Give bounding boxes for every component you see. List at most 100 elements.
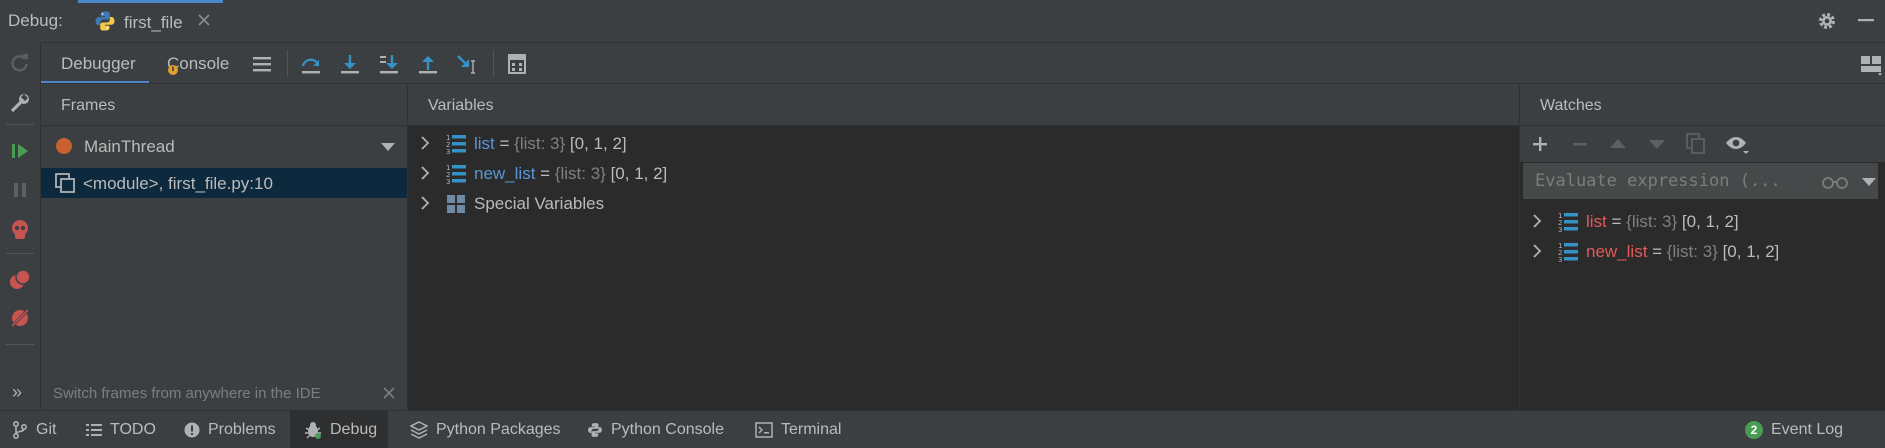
divider bbox=[493, 50, 494, 76]
move-up-icon[interactable] bbox=[1608, 134, 1628, 154]
close-hint-icon[interactable] bbox=[382, 386, 396, 400]
pause-icon[interactable] bbox=[9, 179, 31, 201]
duplicate-watch-icon[interactable] bbox=[1686, 133, 1706, 155]
minimize-icon[interactable] bbox=[1856, 10, 1876, 30]
terminal-label: Terminal bbox=[781, 421, 842, 438]
variable-row[interactable]: Special Variables bbox=[408, 190, 1519, 218]
frames-panel: Frames MainThread <module>, first_file.p… bbox=[41, 84, 407, 410]
tab-debugger[interactable]: Debugger bbox=[61, 54, 136, 74]
run-to-cursor-icon[interactable] bbox=[456, 53, 480, 75]
bug-icon bbox=[304, 421, 322, 439]
divider bbox=[6, 253, 34, 254]
list-type-icon: 123 bbox=[1558, 241, 1580, 263]
debug-label: Debug bbox=[330, 421, 378, 438]
debug-label: Debug: bbox=[8, 11, 63, 30]
chevron-right-icon[interactable] bbox=[420, 196, 430, 210]
glasses-icon[interactable] bbox=[1822, 174, 1848, 190]
watch-name: list bbox=[1586, 212, 1607, 231]
watch-type: {list: 3} bbox=[1666, 242, 1718, 261]
list-type-icon: 123 bbox=[446, 133, 468, 155]
frame-stack-icon bbox=[55, 173, 75, 193]
list-icon bbox=[86, 423, 102, 437]
thread-name: MainThread bbox=[84, 137, 175, 156]
svg-text:3: 3 bbox=[1558, 226, 1562, 233]
close-icon[interactable] bbox=[196, 12, 212, 28]
variable-row[interactable]: 123 new_list = {list: 3} [0, 1, 2] bbox=[408, 160, 1519, 188]
move-down-icon[interactable] bbox=[1647, 134, 1667, 154]
add-watch-icon[interactable] bbox=[1530, 134, 1550, 154]
watch-value: [0, 1, 2] bbox=[1677, 212, 1739, 231]
terminal-tool-button[interactable]: Terminal bbox=[755, 419, 841, 441]
evaluate-calculator-icon[interactable] bbox=[506, 53, 528, 75]
watch-value: [0, 1, 2] bbox=[1717, 242, 1780, 261]
step-over-icon[interactable] bbox=[300, 53, 322, 75]
variable-type: {list: 3} bbox=[554, 164, 606, 183]
thread-status-icon bbox=[55, 137, 73, 155]
todo-label: TODO bbox=[110, 421, 156, 438]
left-debug-toolbar: » bbox=[0, 42, 40, 410]
wrench-icon[interactable] bbox=[9, 92, 31, 114]
thread-selector[interactable]: MainThread bbox=[41, 126, 407, 166]
event-log-tool-button[interactable]: 2 Event Log bbox=[1745, 419, 1843, 441]
variable-value: [0, 1, 2] bbox=[565, 134, 627, 153]
eye-icon[interactable] bbox=[1724, 134, 1750, 156]
git-tool-button[interactable]: Git bbox=[12, 419, 56, 441]
layout-menu-icon[interactable] bbox=[251, 53, 273, 75]
step-into-my-code-icon[interactable] bbox=[378, 53, 400, 75]
frames-header: Frames bbox=[41, 84, 407, 126]
debug-tool-button[interactable]: Debug bbox=[304, 419, 377, 441]
chevron-down-icon[interactable] bbox=[1862, 177, 1876, 187]
watch-equals: = bbox=[1606, 212, 1627, 231]
tool-window-bar: Git TODO Problems Debug Python Packages … bbox=[0, 411, 1885, 448]
more-chevron-icon[interactable]: » bbox=[12, 382, 22, 403]
problems-tool-button[interactable]: Problems bbox=[184, 419, 276, 441]
step-into-icon[interactable] bbox=[339, 53, 361, 75]
run-config-tab[interactable]: first_file bbox=[78, 0, 223, 42]
watches-panel: Watches 123 list = bbox=[1520, 84, 1885, 410]
variable-row[interactable]: 123 list = {list: 3} [0, 1, 2] bbox=[408, 130, 1519, 158]
chevron-right-icon[interactable] bbox=[1532, 244, 1542, 258]
resume-icon[interactable] bbox=[9, 140, 31, 162]
chevron-right-icon[interactable] bbox=[420, 136, 430, 150]
variable-type: {list: 3} bbox=[514, 134, 566, 153]
view-breakpoints-icon[interactable] bbox=[8, 268, 32, 292]
python-packages-label: Python Packages bbox=[436, 421, 561, 438]
stop-skull-icon[interactable] bbox=[8, 218, 32, 242]
step-out-icon[interactable] bbox=[417, 53, 439, 75]
variable-equals: = bbox=[494, 134, 515, 153]
watch-row[interactable]: 123 list = {list: 3} [0, 1, 2] bbox=[1520, 208, 1885, 236]
todo-tool-button[interactable]: TODO bbox=[86, 419, 156, 441]
frames-title: Frames bbox=[61, 97, 116, 114]
watch-name: new_list bbox=[1586, 242, 1648, 261]
python-icon bbox=[587, 422, 603, 438]
active-tab-indicator bbox=[78, 0, 223, 3]
watches-toolbar bbox=[1520, 126, 1885, 162]
mute-breakpoints-icon[interactable] bbox=[8, 306, 32, 330]
python-console-tool-button[interactable]: Python Console bbox=[587, 419, 724, 441]
watch-equals: = bbox=[1647, 242, 1667, 261]
restore-layout-icon[interactable] bbox=[1859, 53, 1883, 77]
svg-text:3: 3 bbox=[1558, 256, 1562, 263]
special-variables-icon bbox=[446, 194, 466, 214]
chevron-right-icon[interactable] bbox=[420, 166, 430, 180]
chevron-down-icon bbox=[381, 142, 395, 152]
console-warning-icon bbox=[167, 64, 179, 76]
frame-list-item[interactable]: <module>, first_file.py:10 bbox=[41, 168, 407, 198]
event-count-badge: 2 bbox=[1745, 421, 1763, 439]
watch-row[interactable]: 123 new_list = {list: 3} [0, 1, 2] bbox=[1520, 238, 1885, 266]
chevron-right-icon[interactable] bbox=[1532, 214, 1542, 228]
layers-icon bbox=[410, 421, 428, 439]
gear-icon[interactable] bbox=[1816, 10, 1838, 32]
remove-watch-icon[interactable] bbox=[1570, 134, 1590, 154]
variable-name: list bbox=[474, 134, 495, 153]
problems-label: Problems bbox=[208, 421, 276, 438]
variable-equals: = bbox=[535, 164, 555, 183]
divider bbox=[287, 50, 288, 76]
variable-name: new_list bbox=[474, 164, 536, 183]
rerun-icon[interactable] bbox=[9, 52, 31, 74]
python-packages-tool-button[interactable]: Python Packages bbox=[410, 419, 561, 441]
terminal-icon bbox=[755, 422, 773, 438]
watches-title: Watches bbox=[1540, 97, 1602, 114]
watch-type: {list: 3} bbox=[1626, 212, 1678, 231]
svg-text:3: 3 bbox=[446, 178, 450, 185]
